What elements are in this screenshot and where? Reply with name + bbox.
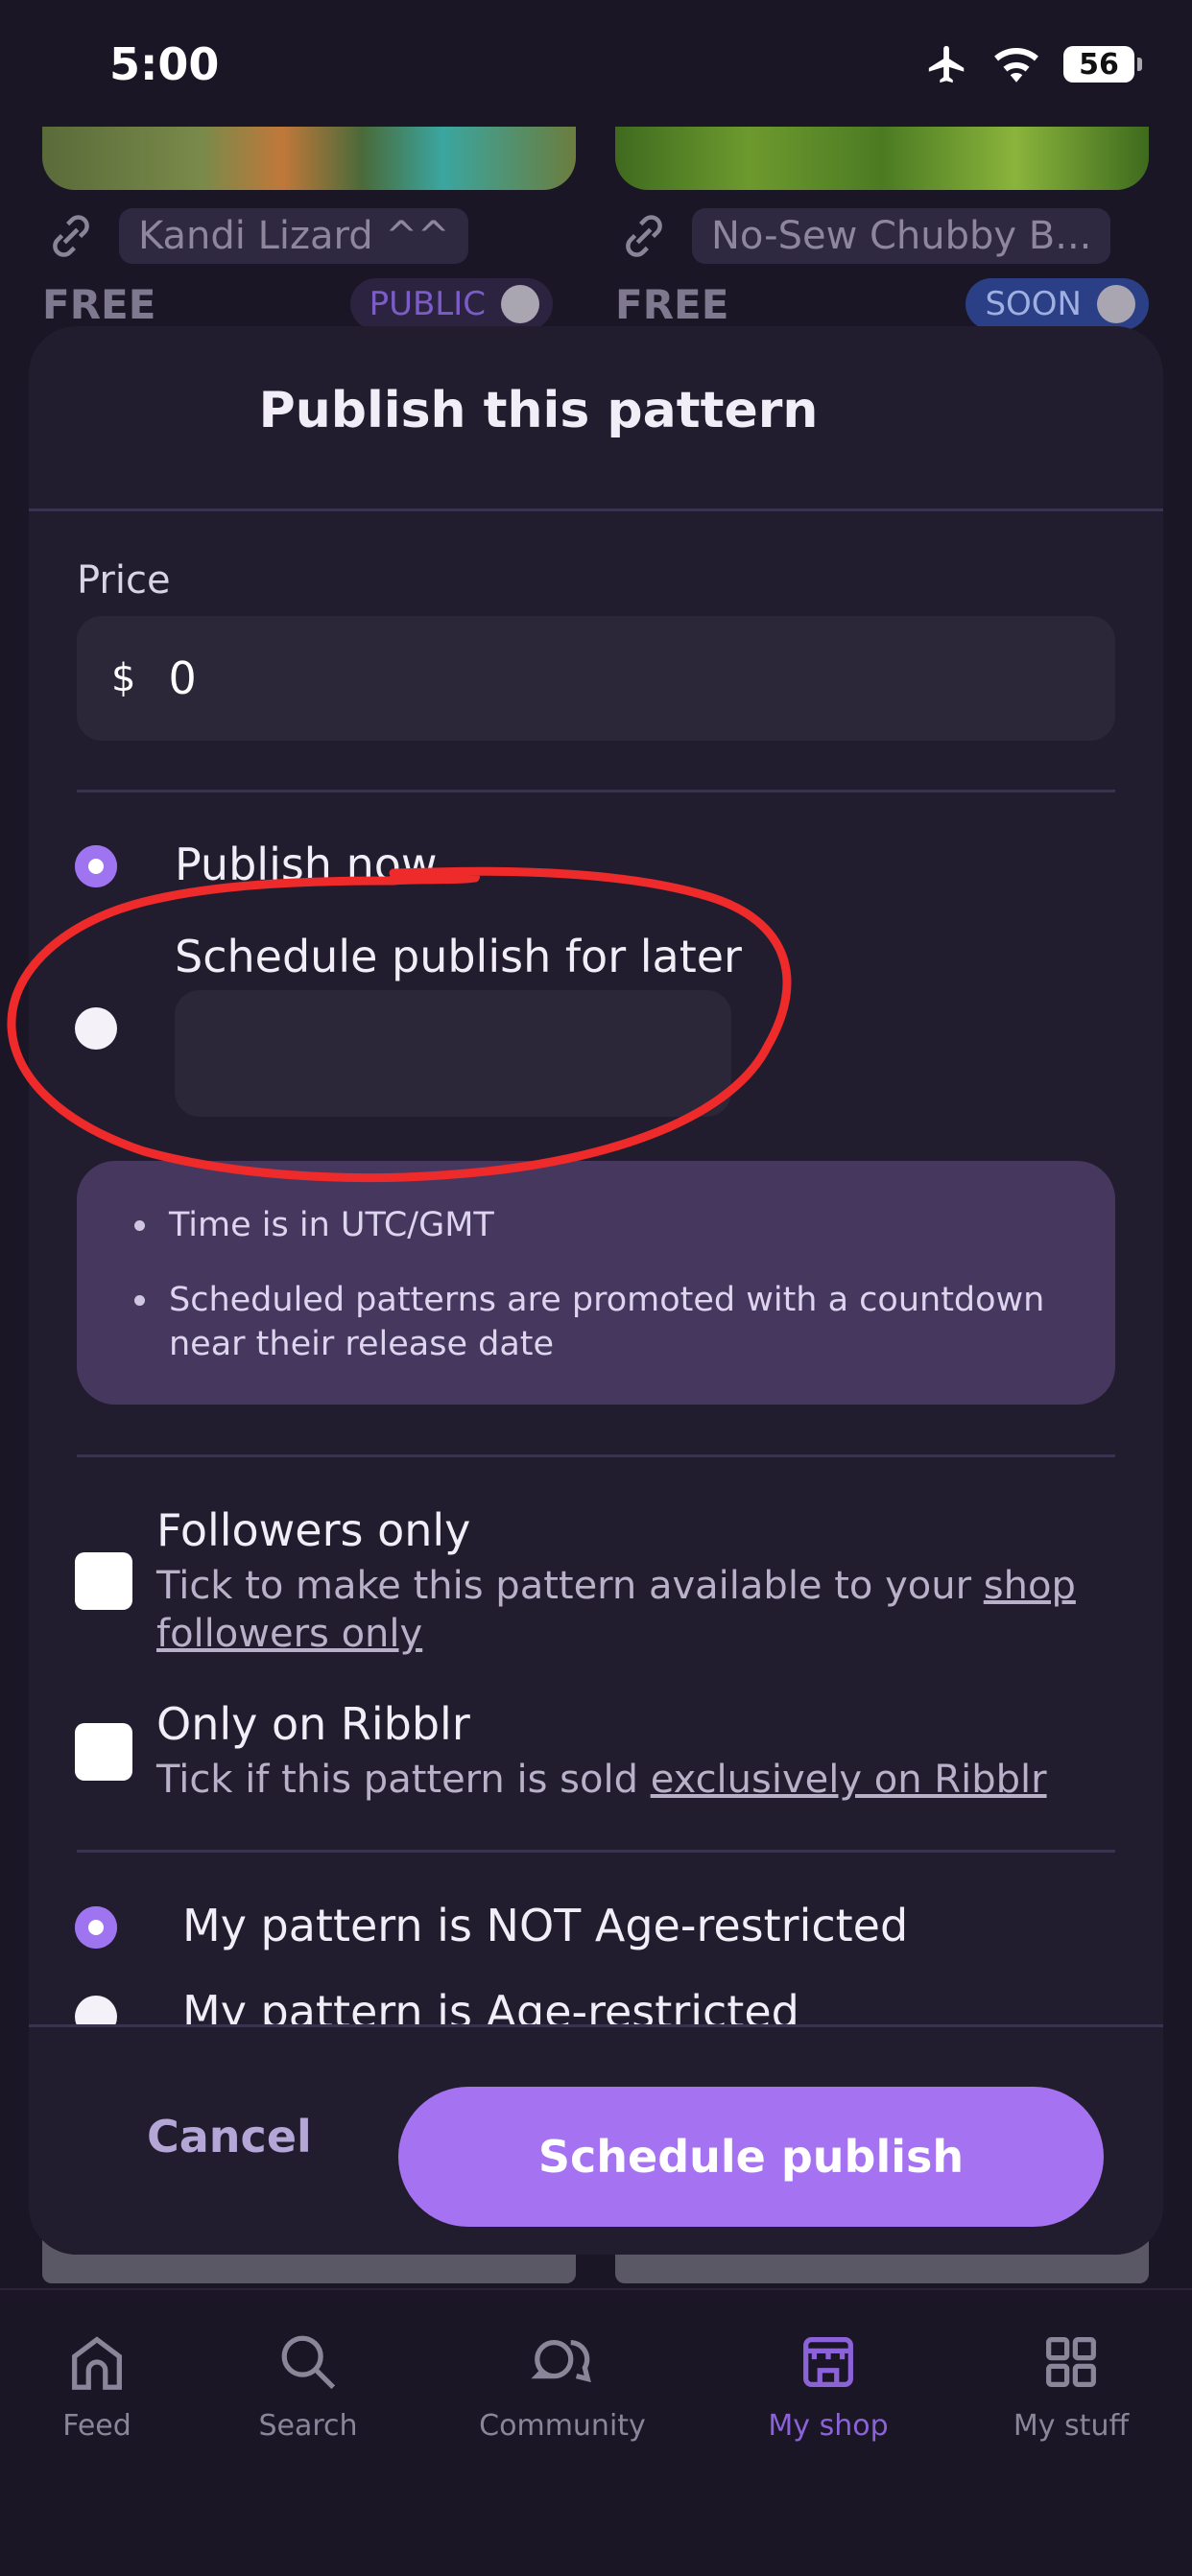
only-on-ribblr-checkbox[interactable] — [75, 1723, 132, 1781]
toggle-label: PUBLIC — [369, 285, 486, 323]
currency-symbol: $ — [111, 656, 136, 700]
tab-label: My shop — [768, 2409, 889, 2443]
pattern-price: FREE — [615, 280, 729, 328]
tab-label: My stuff — [1013, 2409, 1130, 2443]
airplane-icon — [928, 45, 965, 83]
tab-bar: Feed Search Community My shop My stuff — [0, 2288, 1192, 2576]
sheet-title: Publish this pattern — [258, 382, 819, 439]
link-icon[interactable] — [615, 207, 673, 265]
publish-now-label[interactable]: Publish now — [175, 839, 438, 890]
tab-label: Search — [258, 2409, 358, 2443]
schedule-datetime-input[interactable] — [175, 990, 731, 1117]
tab-community[interactable]: Community — [457, 2328, 668, 2443]
info-item: Time is in UTC/GMT — [134, 1203, 1077, 1247]
tab-search[interactable]: Search — [203, 2328, 414, 2443]
schedule-publish-button[interactable]: Schedule publish — [398, 2087, 1104, 2227]
visibility-toggle[interactable]: SOON — [966, 278, 1149, 330]
tab-my-stuff[interactable]: My stuff — [966, 2328, 1177, 2443]
tab-label: Community — [479, 2409, 646, 2443]
toggle-knob — [1097, 285, 1135, 323]
only-on-ribblr-title: Only on Ribblr — [156, 1698, 470, 1750]
pattern-name: Kandi Lizard ^^ — [119, 208, 469, 264]
pattern-name: No-Sew Chubby B... — [692, 208, 1111, 264]
toggle-knob — [501, 285, 539, 323]
pattern-thumbnail — [615, 127, 1149, 190]
shop-icon — [803, 2337, 853, 2387]
divider — [77, 790, 1115, 792]
tab-label: Feed — [62, 2409, 131, 2443]
publish-now-radio[interactable] — [75, 845, 117, 887]
battery-indicator: 56 — [1063, 46, 1142, 83]
schedule-info-box: Time is in UTC/GMT Scheduled patterns ar… — [77, 1161, 1115, 1405]
divider — [77, 1850, 1115, 1853]
exclusive-link[interactable]: exclusively on Ribblr — [651, 1758, 1047, 1802]
divider — [29, 2024, 1163, 2027]
pattern-thumbnail — [42, 127, 576, 190]
tab-my-shop[interactable]: My shop — [723, 2328, 934, 2443]
price-field[interactable]: $ — [77, 616, 1115, 741]
status-bar: 5:00 56 — [0, 0, 1192, 127]
grid-icon — [1046, 2337, 1096, 2387]
schedule-later-label[interactable]: Schedule publish for later — [175, 931, 742, 982]
followers-only-checkbox[interactable] — [75, 1552, 132, 1610]
only-on-ribblr-description: Tick if this pattern is sold exclusively… — [156, 1756, 1116, 1804]
publish-sheet: Publish this pattern Price $ Publish now… — [29, 326, 1163, 2255]
link-icon[interactable] — [42, 207, 100, 265]
not-age-restricted-radio[interactable] — [75, 1906, 117, 1949]
not-age-restricted-label[interactable]: My pattern is NOT Age-restricted — [182, 1900, 908, 1951]
search-icon — [281, 2335, 336, 2390]
pattern-card[interactable]: No-Sew Chubby B... FREE SOON — [615, 127, 1149, 330]
followers-desc-text: Tick to make this pattern available to y… — [156, 1564, 984, 1608]
home-icon — [72, 2336, 122, 2390]
info-item: Scheduled patterns are promoted with a c… — [134, 1278, 1077, 1366]
status-icons: 56 — [925, 42, 1142, 86]
price-label: Price — [77, 558, 171, 603]
followers-only-title: Followers only — [156, 1504, 471, 1556]
followers-only-description: Tick to make this pattern available to y… — [156, 1562, 1097, 1658]
divider — [29, 508, 1163, 511]
visibility-toggle[interactable]: PUBLIC — [349, 278, 553, 330]
pattern-price: FREE — [42, 280, 156, 328]
background-pattern-cards: Kandi Lizard ^^ FREE PUBLIC No-Sew Chubb… — [0, 127, 1192, 338]
divider — [77, 1454, 1115, 1457]
toggle-label: SOON — [985, 285, 1082, 323]
status-time: 5:00 — [109, 38, 220, 90]
exclusive-desc-text: Tick if this pattern is sold — [156, 1758, 651, 1802]
wifi-icon — [994, 48, 1038, 83]
cancel-button[interactable]: Cancel — [147, 2111, 312, 2162]
tab-feed[interactable]: Feed — [0, 2328, 203, 2443]
pattern-card[interactable]: Kandi Lizard ^^ FREE PUBLIC — [42, 127, 576, 330]
schedule-later-radio[interactable] — [75, 1007, 117, 1050]
price-input[interactable] — [168, 652, 745, 704]
chat-icon — [531, 2339, 591, 2383]
